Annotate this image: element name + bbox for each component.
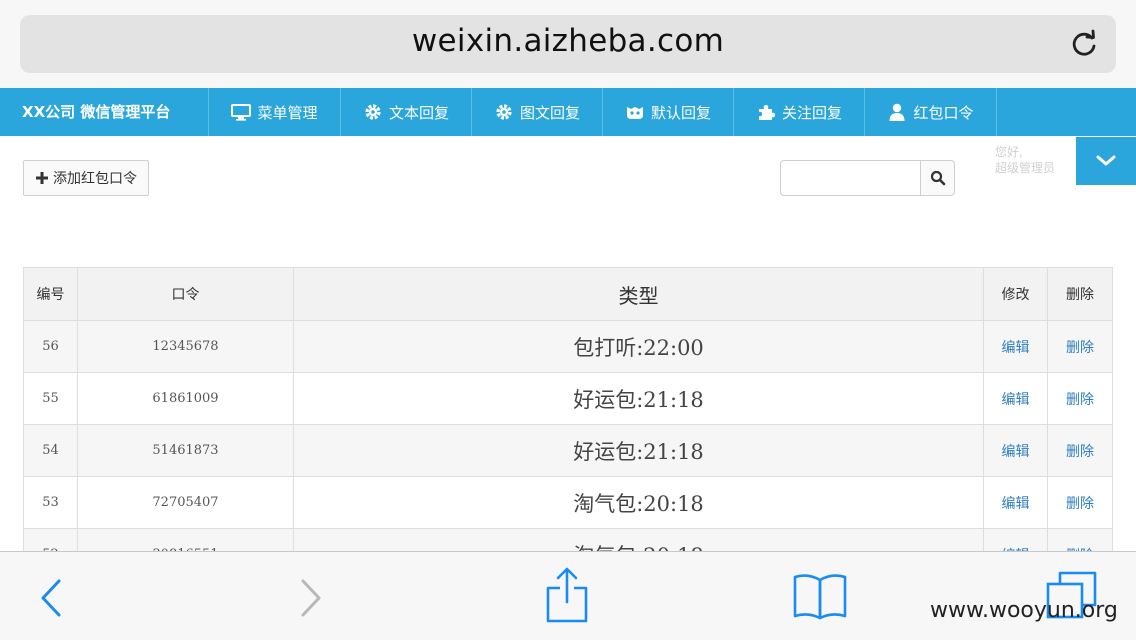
header-code: 口令 bbox=[77, 267, 294, 321]
top-nav: XX公司 微信管理平台 菜单管理 文本回复 图文回复 默认回复 关注回复 红包口… bbox=[0, 88, 1136, 136]
delete-link[interactable]: 删除 bbox=[1047, 320, 1113, 373]
cell-id: 55 bbox=[23, 372, 78, 425]
plus-icon bbox=[36, 172, 48, 184]
tab-default-reply[interactable]: 默认回复 bbox=[602, 88, 733, 136]
watermark-text: www.wooyun.org bbox=[930, 598, 1118, 623]
delete-link[interactable]: 删除 bbox=[1047, 424, 1113, 477]
tab-label: 菜单管理 bbox=[257, 103, 318, 122]
tab-menu-management[interactable]: 菜单管理 bbox=[208, 88, 340, 136]
header-edit: 修改 bbox=[983, 267, 1048, 321]
red-packet-table: 编号 口令 类型 修改 删除 56 12345678 包打听:22:00 编辑 … bbox=[23, 267, 1113, 581]
cell-code: 12345678 bbox=[77, 320, 294, 373]
search-button[interactable] bbox=[921, 160, 955, 196]
tab-label: 关注回复 bbox=[781, 103, 842, 122]
greeting-role: 超级管理员 bbox=[995, 161, 1056, 175]
reload-icon[interactable] bbox=[1066, 26, 1102, 62]
tab-label: 图文回复 bbox=[519, 103, 580, 122]
cell-id: 54 bbox=[23, 424, 78, 477]
cell-code: 72705407 bbox=[77, 476, 294, 529]
tab-text-reply[interactable]: 文本回复 bbox=[340, 88, 471, 136]
bookmarks-icon[interactable] bbox=[792, 572, 848, 620]
nav-divider bbox=[996, 88, 997, 136]
edit-link[interactable]: 编辑 bbox=[983, 424, 1048, 477]
table-row: 56 12345678 包打听:22:00 编辑 删除 bbox=[23, 320, 1113, 373]
tab-follow-reply[interactable]: 关注回复 bbox=[733, 88, 864, 136]
add-red-packet-button[interactable]: 添加红包口令 bbox=[23, 160, 149, 196]
tab-red-packet-code[interactable]: 红包口令 bbox=[864, 88, 996, 136]
cell-code: 61861009 bbox=[77, 372, 294, 425]
tab-label: 默认回复 bbox=[650, 103, 711, 122]
header-type: 类型 bbox=[293, 267, 984, 321]
header-id: 编号 bbox=[23, 267, 78, 321]
url-text[interactable]: weixin.aizheba.com bbox=[20, 23, 1116, 59]
puzzle-icon bbox=[758, 105, 775, 120]
cell-id: 56 bbox=[23, 320, 78, 373]
edit-link[interactable]: 编辑 bbox=[983, 476, 1048, 529]
tab-label: 文本回复 bbox=[388, 103, 449, 122]
address-bar[interactable]: weixin.aizheba.com bbox=[20, 15, 1116, 73]
back-icon[interactable] bbox=[38, 578, 64, 618]
browser-address-area: weixin.aizheba.com bbox=[0, 0, 1136, 88]
cell-type: 好运包:21:18 bbox=[293, 372, 984, 425]
search-input[interactable] bbox=[780, 160, 921, 196]
edit-link[interactable]: 编辑 bbox=[983, 372, 1048, 425]
delete-link[interactable]: 删除 bbox=[1047, 476, 1113, 529]
table-row: 55 61861009 好运包:21:18 编辑 删除 bbox=[23, 372, 1113, 425]
cell-code: 51461873 bbox=[77, 424, 294, 477]
tab-news-reply[interactable]: 图文回复 bbox=[471, 88, 602, 136]
user-menu-dropdown[interactable] bbox=[1076, 137, 1136, 185]
header-delete: 删除 bbox=[1047, 267, 1113, 321]
cell-type: 好运包:21:18 bbox=[293, 424, 984, 477]
add-button-label: 添加红包口令 bbox=[53, 171, 137, 187]
table-row: 53 72705407 淘气包:20:18 编辑 删除 bbox=[23, 476, 1113, 529]
search-icon bbox=[930, 170, 945, 186]
cell-type: 包打听:22:00 bbox=[293, 320, 984, 373]
gear-icon bbox=[365, 104, 381, 120]
monitor-icon bbox=[231, 104, 252, 121]
edit-link[interactable]: 编辑 bbox=[983, 320, 1048, 373]
delete-link[interactable]: 删除 bbox=[1047, 372, 1113, 425]
brand-title[interactable]: XX公司 微信管理平台 bbox=[0, 88, 208, 136]
gear-icon bbox=[496, 104, 512, 120]
cell-type: 淘气包:20:18 bbox=[293, 476, 984, 529]
cell-id: 53 bbox=[23, 476, 78, 529]
tab-label: 红包口令 bbox=[913, 103, 974, 122]
table-header-row: 编号 口令 类型 修改 删除 bbox=[23, 267, 1113, 321]
mask-icon bbox=[626, 107, 643, 119]
user-greeting: 您好, 超级管理员 bbox=[995, 144, 1055, 176]
table-row: 54 51461873 好运包:21:18 编辑 删除 bbox=[23, 424, 1113, 477]
user-icon bbox=[889, 103, 905, 121]
share-icon[interactable] bbox=[545, 566, 589, 624]
greeting-line: 您好, bbox=[995, 145, 1023, 159]
forward-icon[interactable] bbox=[298, 578, 324, 618]
chevron-down-icon bbox=[1096, 155, 1116, 166]
browser-bottom-toolbar bbox=[0, 551, 1136, 640]
